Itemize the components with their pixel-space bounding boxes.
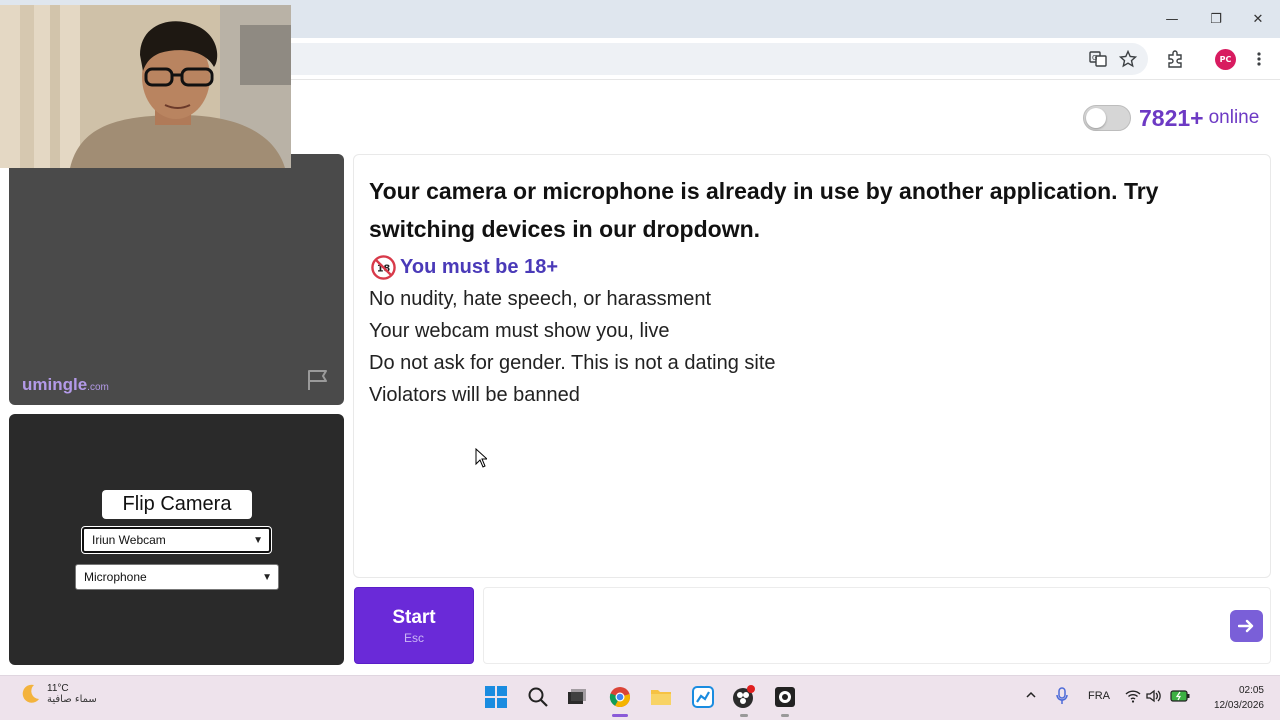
brand-logo: umingle.com: [22, 375, 109, 395]
online-count: 7821+: [1139, 104, 1204, 131]
tray-overflow-icon[interactable]: [1025, 689, 1037, 704]
obs-icon[interactable]: [732, 685, 756, 709]
active-app-indicator: [612, 714, 628, 717]
extensions-icon[interactable]: [1164, 48, 1186, 70]
language-indicator[interactable]: FRA: [1088, 690, 1110, 702]
send-arrow-icon: [1237, 619, 1253, 633]
clock-time: 02:05: [1238, 685, 1264, 696]
report-flag-icon[interactable]: [306, 368, 332, 392]
chevron-down-icon: ▼: [262, 571, 272, 583]
message-input[interactable]: [483, 587, 1271, 664]
start-label: Start: [392, 606, 436, 628]
running-app-indicator: [740, 714, 748, 717]
brand-name: umingle: [22, 375, 88, 394]
running-app-indicator: [781, 714, 789, 717]
temperature: 11°C: [47, 683, 69, 694]
rule-item: No nudity, hate speech, or harassment: [369, 288, 712, 310]
profile-avatar[interactable]: PC: [1215, 49, 1236, 70]
rule-item: Violators will be banned: [369, 384, 580, 406]
browser-menu-icon[interactable]: [1248, 48, 1270, 70]
profile-initials: PC: [1219, 55, 1232, 64]
clock-date: 12/03/2026: [1213, 700, 1264, 711]
weather-description: سماء صافية: [47, 694, 97, 705]
brand-suffix: .com: [87, 382, 109, 393]
microphone-icon[interactable]: [1056, 687, 1068, 708]
age-notice-text: You must be 18+: [400, 256, 559, 278]
device-error-message: Your camera or microphone is already in …: [369, 178, 1159, 242]
camera-select[interactable]: Iriun Webcam ▼: [81, 526, 272, 554]
webcam-app-icon[interactable]: [773, 685, 797, 709]
start-shortcut: Esc: [403, 630, 424, 645]
bookmark-star-icon[interactable]: [1117, 48, 1139, 70]
flip-camera-button[interactable]: Flip Camera: [102, 490, 252, 519]
toggle-knob: [1086, 108, 1106, 128]
start-button[interactable]: Start Esc: [354, 587, 474, 664]
chart-app-icon[interactable]: [691, 685, 715, 709]
weather-widget[interactable]: 11°C سماء صافية: [18, 682, 97, 706]
age-notice: 18 You must be 18+: [371, 255, 558, 280]
no-under-18-icon: 18: [371, 255, 396, 280]
minimize-icon: —: [1165, 11, 1179, 27]
battery-charging-icon[interactable]: [1170, 690, 1190, 705]
system-clock[interactable]: 02:05 12/03/2026: [1204, 683, 1264, 713]
microphone-select-value: Microphone: [84, 570, 147, 584]
moon-icon: [22, 684, 39, 703]
stranger-video: [9, 154, 344, 405]
chevron-down-icon: ▼: [253, 534, 263, 546]
rule-item: Do not ask for gender. This is not a dat…: [369, 352, 776, 374]
rule-item: Your webcam must show you, live: [369, 320, 670, 342]
search-icon[interactable]: [526, 685, 550, 709]
online-indicator: 7821+ online: [1083, 104, 1259, 132]
mouse-cursor-icon: [475, 448, 487, 468]
restore-icon: ❐: [1210, 11, 1222, 27]
webcam-overlay-image: [0, 5, 291, 168]
volume-icon[interactable]: [1146, 689, 1162, 706]
close-icon: ✕: [1252, 11, 1264, 27]
online-label: online: [1208, 107, 1260, 128]
file-explorer-icon[interactable]: [649, 685, 673, 709]
microphone-select[interactable]: Microphone ▼: [75, 564, 279, 590]
camera-select-value: Iriun Webcam: [92, 533, 166, 547]
windows-start-icon[interactable]: [484, 685, 508, 709]
chrome-icon[interactable]: [608, 685, 632, 709]
send-button[interactable]: [1230, 610, 1263, 642]
minimize-button[interactable]: —: [1150, 0, 1194, 38]
wifi-icon[interactable]: [1125, 689, 1141, 706]
theme-toggle[interactable]: [1083, 105, 1131, 131]
translate-icon[interactable]: G: [1087, 48, 1109, 70]
svg-text:G: G: [1092, 54, 1097, 62]
task-view-icon[interactable]: [564, 685, 588, 709]
close-button[interactable]: ✕: [1236, 0, 1280, 38]
restore-button[interactable]: ❐: [1194, 0, 1238, 38]
